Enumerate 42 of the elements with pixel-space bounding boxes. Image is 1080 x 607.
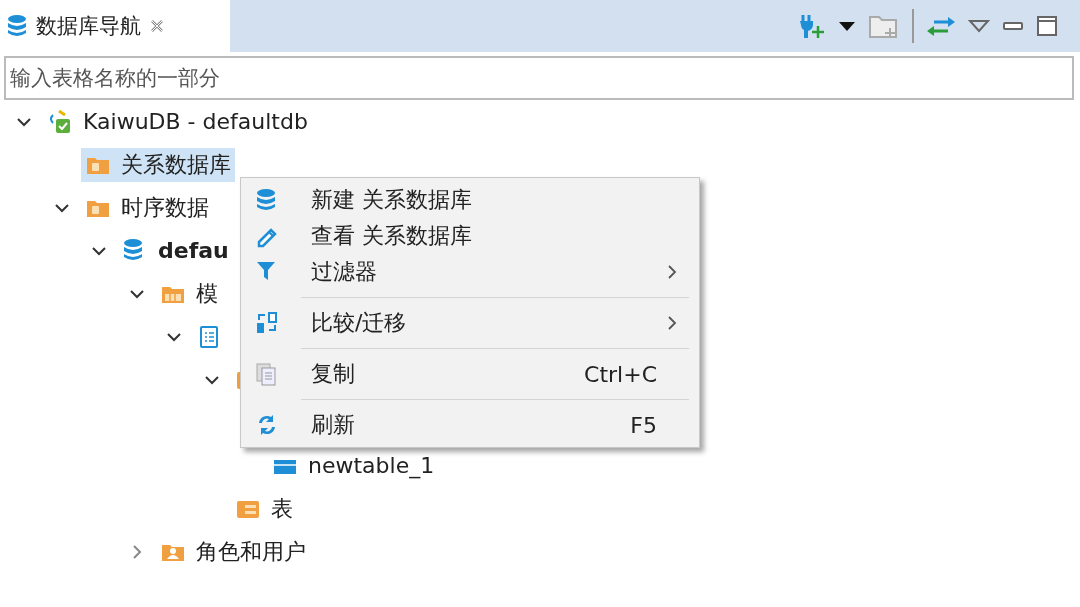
menu-item-label: 刷新 bbox=[311, 411, 356, 439]
shortcut-text: F5 bbox=[630, 412, 657, 438]
sync-arrows-icon[interactable] bbox=[926, 14, 956, 38]
tree-item[interactable]: 时序数据 bbox=[80, 190, 213, 225]
chevron-down-icon[interactable] bbox=[203, 374, 220, 385]
tree-item[interactable]: KaiwuDB - defaultdb bbox=[43, 106, 312, 137]
menu-item[interactable]: 新建 关系数据库 bbox=[241, 182, 699, 218]
menu-item[interactable]: 查看 关系数据库 bbox=[241, 218, 699, 254]
maximize-icon[interactable] bbox=[1036, 15, 1058, 37]
dropdown-caret-icon[interactable] bbox=[838, 20, 856, 32]
menu-item[interactable]: 过滤器 bbox=[241, 254, 699, 290]
chevron-down-icon[interactable] bbox=[91, 245, 107, 256]
chevron-down-icon[interactable] bbox=[16, 116, 32, 127]
navigator-tab[interactable]: 数据库导航 bbox=[0, 0, 230, 52]
connection-icon bbox=[47, 108, 73, 135]
plug-plus-icon[interactable] bbox=[798, 12, 826, 40]
menu-item[interactable]: 比较/迁移 bbox=[241, 305, 699, 341]
menu-item-label: 查看 关系数据库 bbox=[311, 222, 473, 250]
chevron-down-icon[interactable] bbox=[166, 331, 182, 342]
close-icon[interactable] bbox=[149, 18, 165, 34]
copy-icon bbox=[255, 362, 279, 386]
menu-item-label: 过滤器 bbox=[311, 258, 378, 286]
database-icon bbox=[6, 14, 28, 38]
menu-item[interactable]: 复制 Ctrl+C bbox=[241, 356, 699, 392]
menu-item[interactable]: 刷新 F5 bbox=[241, 407, 699, 443]
menu-item-label: 复制 bbox=[311, 360, 356, 388]
shortcut-text: Ctrl+C bbox=[584, 361, 657, 387]
menu-item-label: 比较/迁移 bbox=[311, 309, 408, 337]
chevron-right-icon[interactable] bbox=[131, 543, 142, 560]
tree-item[interactable]: 表 bbox=[230, 491, 297, 526]
minimize-icon[interactable] bbox=[1002, 21, 1024, 31]
search-field[interactable]: 输入表格名称的一部分 bbox=[4, 56, 1074, 100]
chevron-down-icon[interactable] bbox=[128, 288, 145, 299]
view-menu-icon[interactable] bbox=[968, 19, 990, 33]
compare-icon bbox=[255, 311, 279, 335]
tree-item[interactable]: defau bbox=[118, 235, 233, 266]
tree-item[interactable]: 关系数据库 bbox=[80, 147, 235, 182]
tree-item[interactable]: 角色和用户 bbox=[155, 534, 310, 569]
tree-item[interactable]: 模 bbox=[155, 276, 222, 311]
chevron-down-icon[interactable] bbox=[53, 202, 70, 213]
menu-item-label: 新建 关系数据库 bbox=[311, 186, 473, 214]
tree-item[interactable]: newtable_1 bbox=[268, 450, 439, 481]
